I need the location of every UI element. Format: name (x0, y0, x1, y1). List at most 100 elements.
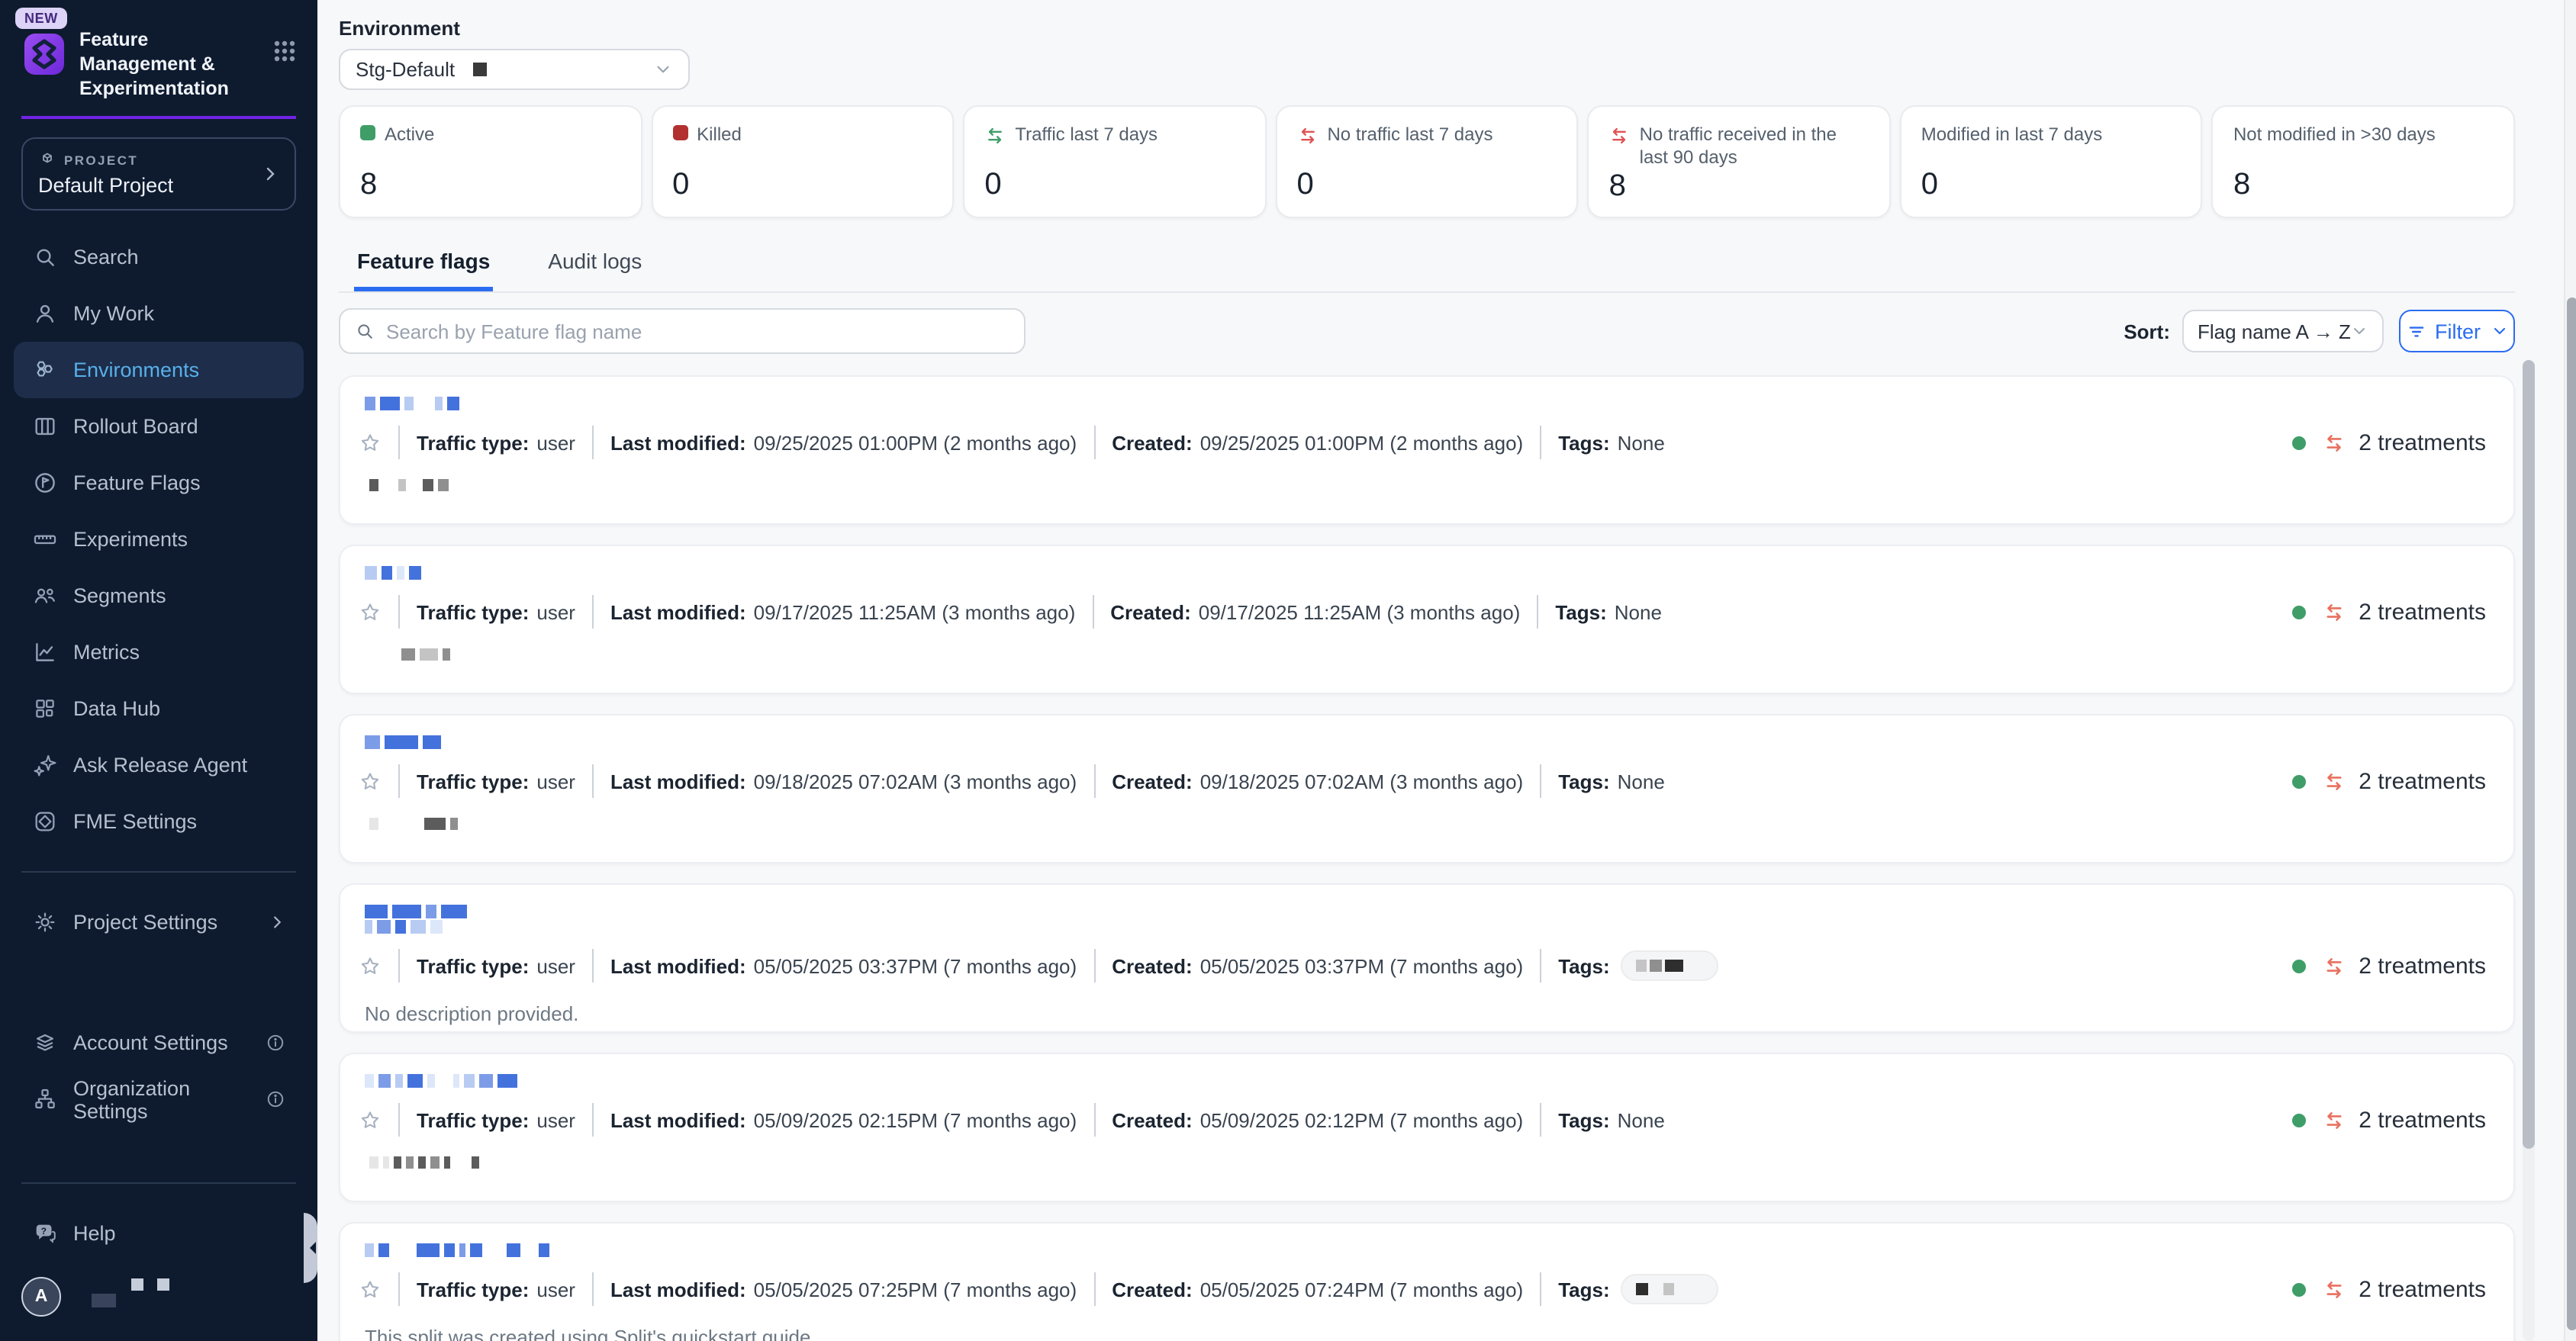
environment-select[interactable]: Stg-Default (339, 49, 690, 90)
split-logo[interactable] (24, 34, 64, 75)
sidebar-item-segments[interactable]: Segments (14, 568, 304, 624)
list-scrollbar-thumb[interactable] (2523, 360, 2535, 1149)
stat-icon (984, 125, 1006, 146)
flag-meta-row: Traffic type: user Last modified: 05/05/… (359, 1271, 2492, 1307)
feature-flag-row[interactable]: Traffic type: user Last modified: 09/18/… (339, 714, 2515, 863)
tags-label: Tags: (1558, 954, 1609, 977)
chevron-right-icon (261, 165, 279, 183)
sort-value: Flag name A → Z (2198, 320, 2351, 342)
sidebar-item-my-work[interactable]: My Work (14, 285, 304, 342)
tab-audit-logs[interactable]: Audit logs (545, 243, 645, 291)
favorite-star-icon[interactable] (359, 1278, 382, 1301)
feature-flag-row[interactable]: Traffic type: user Last modified: 05/09/… (339, 1053, 2515, 1202)
stat-label: No traffic received in the last 90 days (1640, 124, 1869, 169)
org-chart-gear-icon (32, 1086, 58, 1112)
app-title: Feature Management & Experimentation (79, 27, 241, 101)
sidebar-collapse-handle[interactable] (304, 1213, 317, 1283)
traffic-type-label: Traffic type: (417, 1108, 529, 1131)
sidebar-item-metrics[interactable]: Metrics (14, 624, 304, 680)
redacted-user-text (70, 1287, 169, 1307)
favorite-star-icon[interactable] (359, 600, 382, 623)
sidebar-item-ask-release-agent[interactable]: Ask Release Agent (14, 737, 304, 793)
tags-label: Tags: (1558, 431, 1609, 454)
stat-value: 0 (984, 168, 1245, 203)
meta-separator (398, 1272, 400, 1306)
sidebar-item-label: Segments (73, 584, 166, 607)
tab-feature-flags[interactable]: Feature flags (354, 243, 493, 291)
sidebar-header: NEW Feature Management & Experimentation (0, 0, 317, 101)
flag-meta-row: Traffic type: user Last modified: 09/25/… (359, 424, 2492, 461)
last-modified-value: 09/25/2025 01:00PM (2 months ago) (754, 431, 1077, 454)
flag-description: This split was created using Split's qui… (365, 1326, 2492, 1341)
sidebar-item-experiments[interactable]: Experiments (14, 511, 304, 568)
stat-value: 0 (1296, 168, 1557, 203)
search-input[interactable] (386, 320, 1010, 342)
sidebar-item-account-settings[interactable]: Account Settings (14, 1015, 304, 1071)
sidebar-item-rollout-board[interactable]: Rollout Board (14, 398, 304, 455)
favorite-star-icon[interactable] (359, 1108, 382, 1131)
traffic-type-label: Traffic type: (417, 600, 529, 623)
stat-label: No traffic last 7 days (1327, 124, 1492, 146)
info-icon[interactable] (266, 1033, 285, 1053)
last-modified-value: 05/05/2025 03:37PM (7 months ago) (754, 954, 1077, 977)
sidebar-item-label: Data Hub (73, 697, 160, 720)
sidebar-item-fme-settings[interactable]: FME Settings (14, 793, 304, 850)
status-active-dot (2291, 1113, 2305, 1127)
favorite-star-icon[interactable] (359, 431, 382, 454)
ruler-icon (32, 526, 58, 552)
sidebar-item-label: Account Settings (73, 1031, 228, 1054)
meta-separator (398, 1103, 400, 1137)
stat-value: 0 (672, 168, 932, 203)
flag-description (365, 1156, 2492, 1169)
sidebar-item-label: Organization Settings (73, 1076, 266, 1122)
favorite-star-icon[interactable] (359, 770, 382, 793)
tags-value: None (1618, 431, 1665, 454)
traffic-type-value: user (536, 954, 575, 977)
feature-flag-row[interactable]: Traffic type: user Last modified: 09/17/… (339, 545, 2515, 694)
feature-flag-row[interactable]: Traffic type: user Last modified: 05/05/… (339, 883, 2515, 1033)
flag-name-redacted (365, 734, 2492, 749)
created-value: 09/25/2025 01:00PM (2 months ago) (1200, 431, 1524, 454)
user-account-row[interactable]: A (0, 1262, 317, 1341)
meta-separator (398, 595, 400, 629)
window-scrollbar[interactable] (2564, 0, 2576, 1341)
favorite-star-icon[interactable] (359, 954, 382, 977)
sidebar-item-environments[interactable]: Environments (14, 342, 304, 398)
app-switcher-icon[interactable] (273, 40, 296, 63)
sidebar-item-feature-flags[interactable]: Feature Flags (14, 455, 304, 511)
feature-flag-row[interactable]: Traffic type: user Last modified: 05/05/… (339, 1222, 2515, 1341)
meta-separator (1093, 1103, 1095, 1137)
status-active-dot (2291, 959, 2305, 973)
sidebar-footer: ? Help A (0, 1161, 317, 1341)
project-selector[interactable]: PROJECT Default Project (21, 137, 296, 211)
board-columns-icon (32, 413, 58, 439)
traffic-type-value: user (536, 1108, 575, 1131)
list-scrollbar[interactable] (2523, 360, 2535, 1341)
chevron-down-icon (2351, 322, 2369, 340)
sidebar-item-data-hub[interactable]: Data Hub (14, 680, 304, 737)
feature-flag-row[interactable]: Traffic type: user Last modified: 09/25/… (339, 375, 2515, 525)
flag-search[interactable] (339, 308, 1026, 354)
meta-separator (398, 426, 400, 459)
sidebar-item-project-settings[interactable]: Project Settings (14, 894, 304, 950)
flag-description-redacted (369, 479, 449, 491)
flag-meta-row: Traffic type: user Last modified: 05/05/… (359, 947, 2492, 984)
traffic-type-label: Traffic type: (417, 954, 529, 977)
sidebar-item-organization-settings[interactable]: Organization Settings (14, 1071, 304, 1127)
line-chart-icon (32, 639, 58, 665)
treatments-count: 2 treatments (2359, 768, 2486, 794)
help-button[interactable]: ? Help (0, 1205, 317, 1262)
last-modified-value: 09/17/2025 11:25AM (3 months ago) (754, 600, 1076, 623)
search-icon (32, 244, 58, 270)
sort-select[interactable]: Flag name A → Z (2182, 310, 2384, 352)
project-name: Default Project (38, 174, 261, 197)
window-scrollbar-thumb[interactable] (2567, 297, 2576, 1330)
filter-button[interactable]: Filter (2399, 310, 2515, 352)
hexagons-icon (32, 357, 58, 383)
sidebar-item-label: Experiments (73, 528, 188, 551)
treatments-count: 2 treatments (2359, 1107, 2486, 1133)
avatar[interactable]: A (21, 1277, 61, 1317)
info-icon[interactable] (266, 1089, 285, 1109)
sidebar-item-search[interactable]: Search (14, 229, 304, 285)
last-modified-label: Last modified: (610, 431, 746, 454)
